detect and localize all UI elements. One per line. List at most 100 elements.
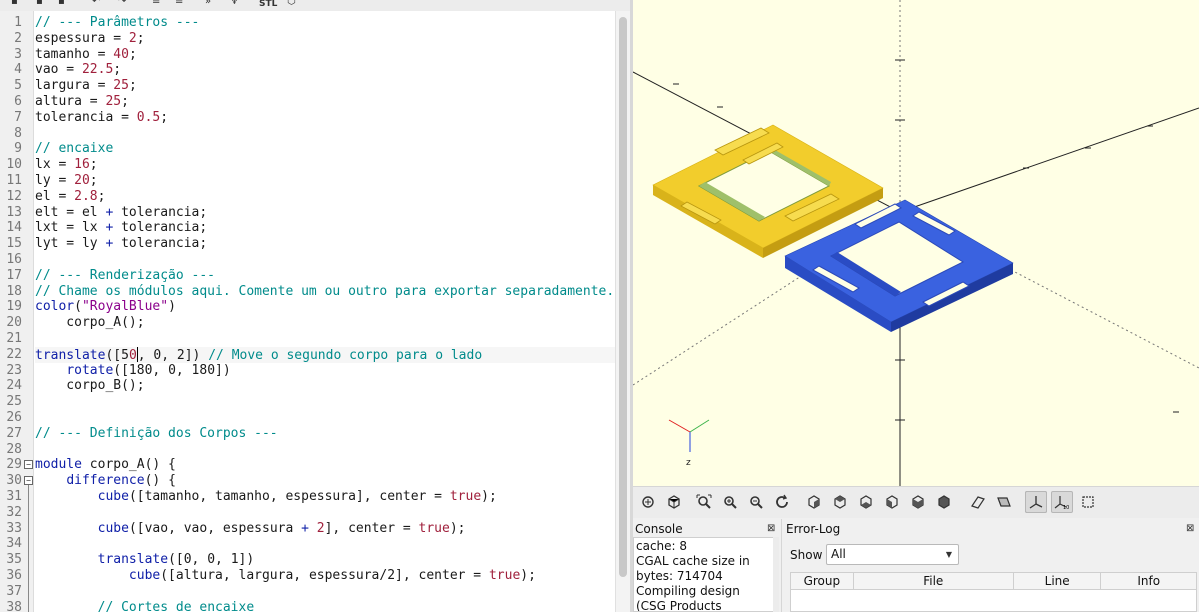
zoom-in-button[interactable]	[719, 491, 741, 513]
redo-icon[interactable]: ↷	[118, 0, 126, 9]
show-axes-button[interactable]	[1025, 491, 1047, 513]
code-line[interactable]: cube([vao, vao, espessura + 2], center =…	[35, 521, 615, 537]
code-line[interactable]: cube([altura, largura, espessura/2], cen…	[35, 568, 615, 584]
code-token: // --- Definição dos Corpos ---	[35, 425, 278, 441]
reset-view-button[interactable]	[771, 491, 793, 513]
code-line[interactable]: color("RoyalBlue")	[35, 299, 615, 315]
code-line[interactable]	[35, 410, 615, 426]
view-back-button[interactable]	[933, 491, 955, 513]
code-line[interactable]: // Chame os módulos aqui. Comente um ou …	[35, 284, 615, 300]
code-line[interactable]	[35, 252, 615, 268]
line-number: 4	[14, 62, 22, 78]
code-line[interactable]: corpo_B();	[35, 378, 615, 394]
code-line[interactable]: el = 2.8;	[35, 189, 615, 205]
code-token: ([180, 0, 180])	[113, 362, 231, 378]
code-line[interactable]	[35, 394, 615, 410]
zoom-out-button[interactable]	[745, 491, 767, 513]
console-close-icon[interactable]: ⊠	[767, 524, 775, 534]
code-line[interactable]: cube([tamanho, tamanho, espessura], cent…	[35, 489, 615, 505]
show-filter-select[interactable]: All ▼	[826, 544, 959, 565]
code-line[interactable]: espessura = 2;	[35, 31, 615, 47]
new-file-icon[interactable]: ▪	[11, 0, 18, 9]
export-stl-button[interactable]: STL	[259, 0, 277, 11]
preview-icon[interactable]: »	[205, 0, 211, 9]
code-line[interactable]	[35, 126, 615, 142]
code-token: // --- Parâmetros ---	[35, 15, 200, 30]
code-line[interactable]	[35, 536, 615, 552]
export-3d-icon[interactable]: ⬡	[287, 0, 296, 9]
console-scrollbar[interactable]	[773, 537, 779, 612]
show-edges-button[interactable]	[1077, 491, 1099, 513]
column-header-group[interactable]: Group	[791, 573, 854, 590]
editor-scrollbar-thumb[interactable]	[619, 17, 627, 577]
code-text-area[interactable]: // --- Parâmetros --- espessura = 2; taman…	[35, 11, 615, 612]
code-line[interactable]: ly = 20;	[35, 173, 615, 189]
editor-scrollbar[interactable]	[615, 11, 630, 612]
save-file-icon[interactable]: ▪	[58, 0, 65, 9]
fold-toggle-icon[interactable]: −	[24, 476, 33, 486]
line-number: 37	[6, 583, 22, 599]
code-token: // Chame os módulos aqui. Comente um ou …	[35, 283, 615, 299]
view-top-button[interactable]	[829, 491, 851, 513]
show-scale-markers-button[interactable]: 10	[1051, 491, 1073, 513]
code-line[interactable]: module corpo_A() {	[35, 457, 615, 473]
code-line[interactable]: rotate([180, 0, 180])	[35, 363, 615, 379]
perspective-button[interactable]	[993, 491, 1015, 513]
error-log-title: Error-Log	[786, 522, 841, 536]
error-log-table[interactable]: Group File Line Info	[790, 572, 1197, 612]
code-line[interactable]: // encaixe	[35, 141, 615, 157]
view-bottom-button[interactable]	[855, 491, 877, 513]
code-token: translate	[97, 552, 169, 568]
line-number: 3	[14, 46, 22, 62]
code-line[interactable]: largura = 25;	[35, 78, 615, 94]
unindent-icon[interactable]: ≡	[152, 0, 160, 9]
column-header-line[interactable]: Line	[1014, 573, 1102, 590]
error-log-close-icon[interactable]: ⊠	[1186, 524, 1194, 534]
code-line[interactable]: corpo_A();	[35, 315, 615, 331]
code-line[interactable]: lx = 16;	[35, 157, 615, 173]
code-line[interactable]: translate([0, 0, 1])	[35, 552, 615, 568]
code-line[interactable]	[35, 505, 615, 521]
code-line[interactable]	[35, 584, 615, 600]
code-line[interactable]: // --- Definição dos Corpos ---	[35, 426, 615, 442]
code-line[interactable]: difference() {	[35, 473, 615, 489]
zoom-all-button[interactable]	[693, 491, 715, 513]
line-number: 26	[6, 410, 22, 425]
code-line[interactable]	[35, 442, 615, 458]
render-button[interactable]	[663, 491, 685, 513]
code-line[interactable]: vao = 22.5;	[35, 62, 615, 78]
view-right-button[interactable]	[803, 491, 825, 513]
code-line[interactable]: altura = 25;	[35, 94, 615, 110]
view-diagonal-button[interactable]	[967, 491, 989, 513]
preview-render-button[interactable]	[637, 491, 659, 513]
column-header-info[interactable]: Info	[1101, 573, 1196, 590]
code-line[interactable]	[35, 331, 615, 347]
code-token: true	[488, 568, 521, 583]
column-header-file[interactable]: File	[854, 573, 1014, 590]
view-left-button[interactable]	[881, 491, 903, 513]
render-cgal-icon[interactable]: ♆	[230, 0, 239, 9]
code-token: ;	[121, 94, 129, 109]
indent-icon[interactable]: ≡	[175, 0, 183, 9]
code-line[interactable]: // Cortes de encaixe	[35, 600, 615, 612]
code-line[interactable]: tamanho = 40;	[35, 47, 615, 63]
code-line[interactable]: lxt = lx + tolerancia;	[35, 220, 615, 236]
code-line[interactable]: lyt = ly + tolerancia;	[35, 236, 615, 252]
code-line[interactable]: // --- Parâmetros ---	[35, 15, 615, 31]
view-right-icon	[808, 495, 820, 509]
3d-viewport[interactable]: z	[633, 0, 1199, 486]
undo-icon[interactable]: ↶	[92, 0, 100, 9]
code-line[interactable]: // --- Renderização ---	[35, 268, 615, 284]
fold-toggle-icon[interactable]: −	[24, 460, 33, 470]
view-front-button[interactable]	[907, 491, 929, 513]
console-line: (CSG Products	[636, 599, 722, 612]
code-line[interactable]: tolerancia = 0.5;	[35, 110, 615, 126]
code-editor[interactable]: ▪ ▪ ▪ ↶ ↷ ≡ ≡ » ♆ STL ⬡ 1 2 3 4 5 6 7 8 9 10 11 12 1…	[0, 0, 630, 612]
code-token: lx =	[35, 157, 75, 173]
code-line[interactable]: translate([50, 0, 2]) // Move o segundo …	[35, 346, 615, 363]
code-line[interactable]: elt = el + tolerancia;	[35, 205, 615, 221]
open-file-icon[interactable]: ▪	[36, 0, 43, 9]
code-token: ([altura, largura, espessura/2], center …	[160, 568, 489, 583]
